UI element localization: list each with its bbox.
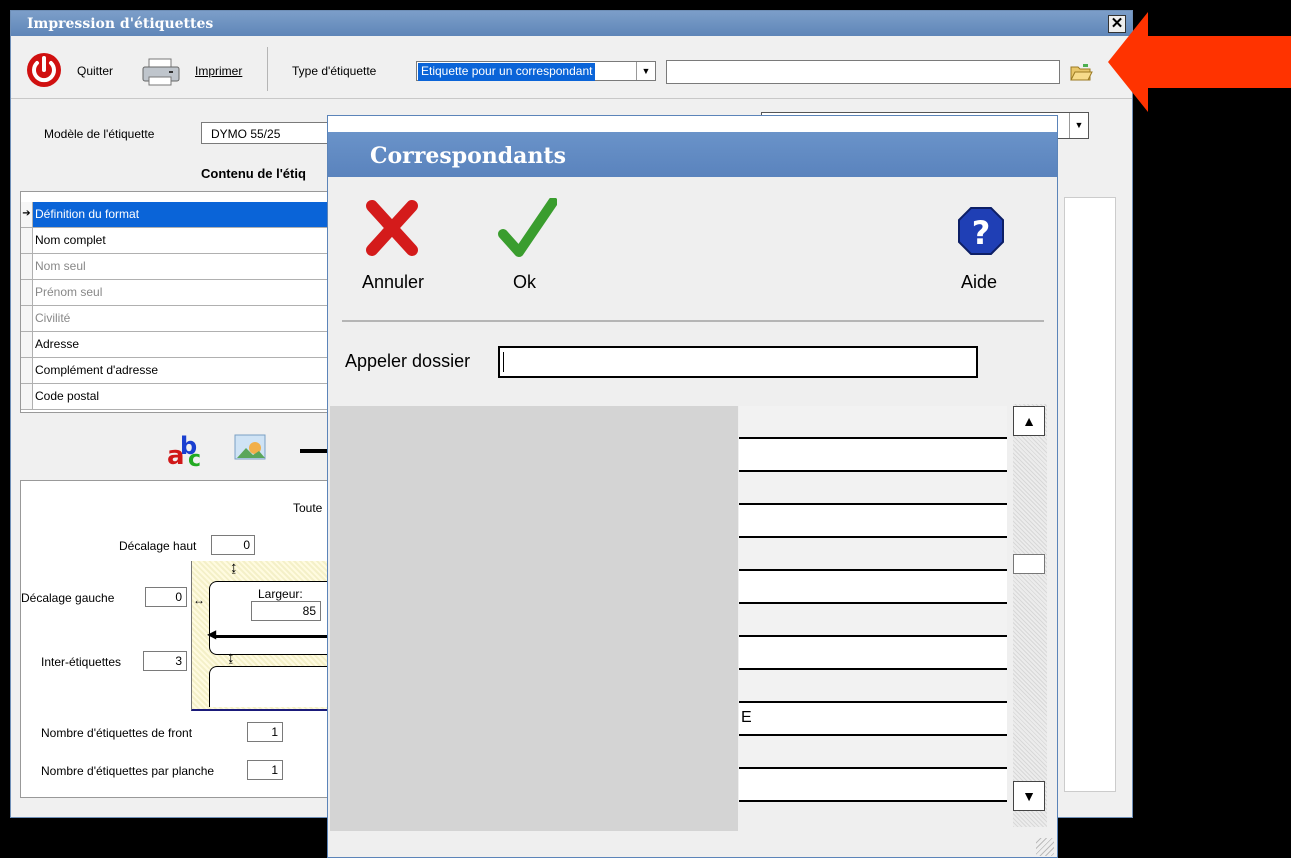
cancel-x-icon [366, 200, 418, 256]
scroll-up-button[interactable]: ▲ [1013, 406, 1045, 436]
chevron-down-icon[interactable]: ▼ [636, 62, 655, 80]
list-item[interactable] [739, 604, 1007, 637]
grid-row-full-name[interactable]: Nom complet [21, 228, 339, 254]
content-heading: Contenu de l'étiq [201, 166, 306, 181]
label-type-select[interactable]: Etiquette pour un correspondant ▼ [416, 61, 656, 81]
sheet-count-label: Nombre d'étiquettes par planche [41, 764, 215, 778]
image-icon[interactable] [233, 432, 269, 464]
text-style-icon[interactable]: a b c [166, 430, 210, 472]
dialog-top-strip [328, 116, 1057, 133]
printer-icon[interactable] [141, 57, 181, 87]
list-item[interactable] [739, 472, 1007, 505]
top-offset-label: Décalage haut [119, 539, 197, 553]
toolbar-divider [11, 98, 1132, 99]
label-type-value: Etiquette pour un correspondant [418, 63, 596, 81]
grid-row-address[interactable]: Adresse [21, 332, 339, 358]
grid-row-format[interactable]: ➔ Définition du format [21, 202, 339, 228]
cancel-button[interactable]: Annuler [358, 198, 438, 298]
text-cursor [503, 352, 504, 372]
inter-label: Inter-étiquettes [41, 655, 122, 669]
all-caption: Toute [293, 501, 323, 515]
search-label: Appeler dossier [345, 351, 471, 371]
window-title: Impression d'étiquettes [27, 16, 214, 32]
ok-label: Ok [513, 272, 537, 292]
list-item[interactable] [739, 571, 1007, 604]
horizontal-arrow-icon: ↔ [193, 593, 205, 607]
svg-text:?: ? [972, 214, 991, 252]
width-field[interactable]: 85 [251, 601, 321, 621]
list-item[interactable] [739, 670, 1007, 703]
grid-row-first-name[interactable]: Prénom seul [21, 280, 339, 306]
dialog-title: Correspondants [370, 143, 566, 169]
scroll-down-button[interactable]: ▼ [1013, 781, 1045, 811]
checkmark-icon [498, 198, 557, 257]
width-arrow [213, 635, 341, 638]
dialog-divider [342, 320, 1044, 322]
model-caption: Modèle de l'étiquette [44, 127, 155, 141]
right-panel [1064, 197, 1116, 792]
left-offset-label: Décalage gauche [21, 591, 115, 605]
list-item[interactable]: E [739, 703, 1007, 736]
sheet-count-field[interactable]: 1 [247, 760, 283, 780]
inter-field[interactable]: 3 [143, 651, 187, 671]
main-titlebar: Impression d'étiquettes ✕ [11, 11, 1132, 36]
arrow-left-icon: ◀ [207, 627, 217, 641]
top-offset-field[interactable]: 0 [211, 535, 255, 555]
list-item[interactable] [739, 736, 1007, 769]
resize-grip-icon[interactable] [1036, 838, 1054, 856]
line-icon[interactable] [300, 449, 330, 453]
list-item[interactable] [739, 439, 1007, 472]
print-button[interactable]: Imprimer [195, 64, 242, 78]
list-scrollbar[interactable]: ▲ ▼ [1013, 404, 1047, 827]
power-icon[interactable] [25, 51, 63, 89]
list-item[interactable] [739, 769, 1007, 802]
vertical-arrow-icon: ↨ [230, 559, 238, 576]
grid-row-address-complement[interactable]: Complément d'adresse [21, 358, 339, 384]
correspondent-field[interactable] [666, 60, 1060, 84]
cancel-label: Annuler [362, 272, 425, 292]
callout-arrow-icon [1108, 12, 1291, 112]
model-select[interactable]: DYMO 55/25 [201, 122, 331, 144]
help-label: Aide [961, 272, 998, 292]
label-preview-second [209, 666, 342, 707]
list-item[interactable] [739, 637, 1007, 670]
row-pointer-icon: ➔ [21, 202, 33, 227]
list-item[interactable] [739, 538, 1007, 571]
width-label: Largeur: [258, 587, 303, 601]
model-value: DYMO 55/25 [211, 127, 281, 141]
quit-button[interactable]: Quitter [77, 64, 113, 78]
list-preview-pane [330, 406, 738, 831]
toolbar-separator [267, 47, 268, 91]
content-grid: ➔ Définition du format Nom complet Nom s… [20, 191, 340, 413]
ok-button[interactable]: Ok [493, 198, 573, 298]
front-count-label: Nombre d'étiquettes de front [41, 726, 193, 740]
grid-row-civility[interactable]: Civilité [21, 306, 339, 332]
list-item[interactable] [739, 505, 1007, 538]
help-button[interactable]: ? Aide [946, 198, 1026, 298]
vertical-arrow-icon: ↨ [227, 649, 235, 666]
help-icon: ? [958, 207, 1004, 255]
left-offset-field[interactable]: 0 [145, 587, 187, 607]
open-folder-icon[interactable] [1069, 61, 1093, 83]
list-item[interactable] [739, 406, 1007, 439]
chevron-down-icon[interactable]: ▼ [1069, 113, 1088, 138]
svg-text:c: c [188, 447, 201, 470]
dialog-titlebar: Correspondants [328, 132, 1057, 177]
label-type-caption: Type d'étiquette [292, 64, 377, 78]
correspondents-dialog: Correspondants Annuler Ok ? Aide Appeler… [327, 115, 1058, 858]
grid-row-postal-code[interactable]: Code postal [21, 384, 339, 410]
search-input[interactable] [498, 346, 978, 378]
front-count-field[interactable]: 1 [247, 722, 283, 742]
grid-row-last-name[interactable]: Nom seul [21, 254, 339, 280]
offset-panel: Toute Décalage haut 0 ↨ Largeur: 85 ◀ Dé… [20, 480, 342, 798]
scroll-thumb[interactable] [1013, 554, 1045, 574]
